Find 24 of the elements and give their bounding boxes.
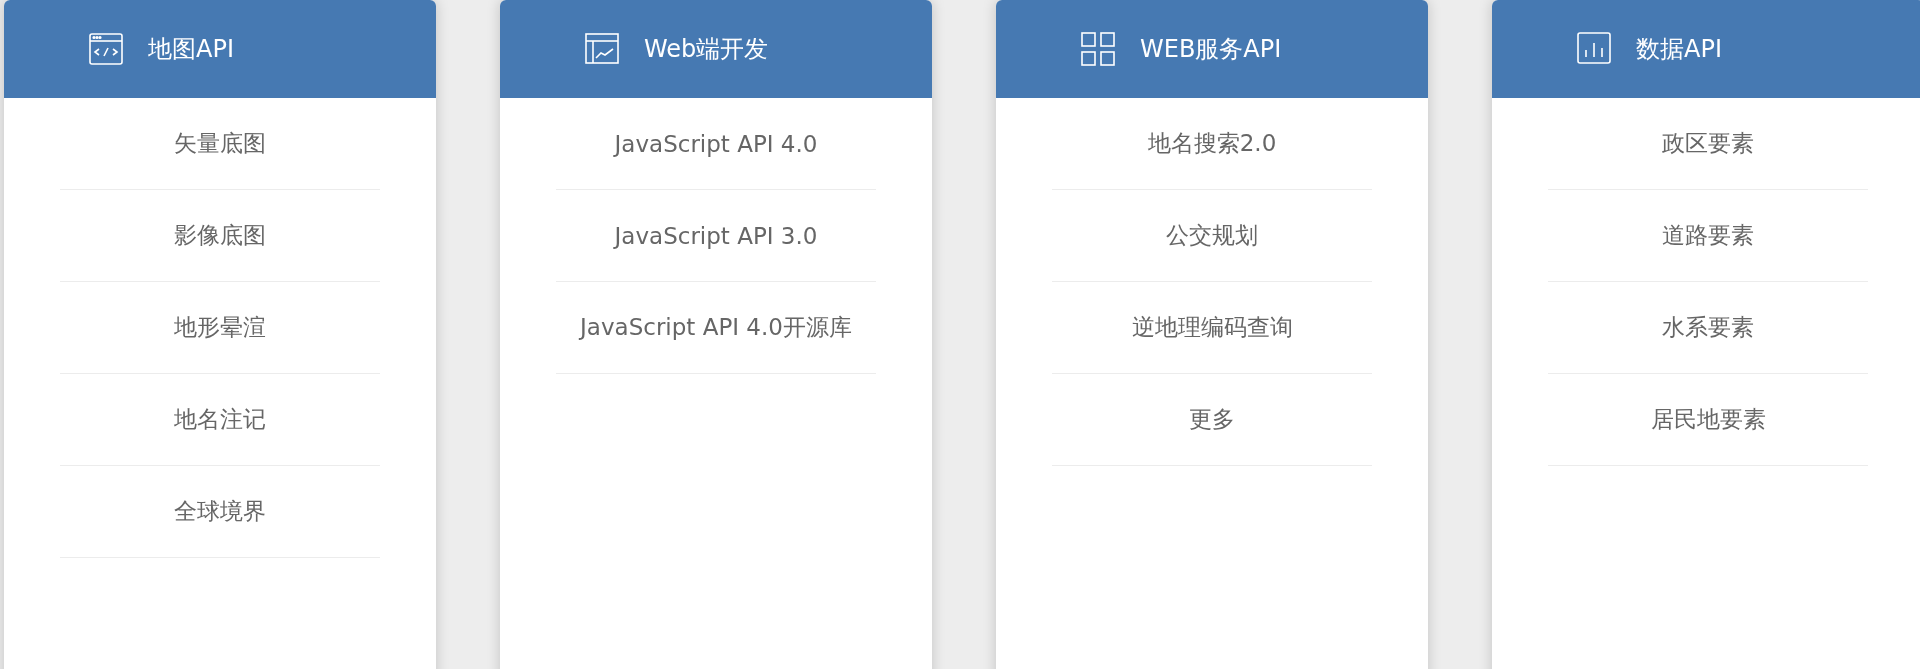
api-link[interactable]: 政区要素 xyxy=(1548,98,1868,190)
api-link[interactable]: 公交规划 xyxy=(1052,190,1372,282)
api-link[interactable]: 全球境界 xyxy=(60,466,380,558)
card-title: Web端开发 xyxy=(644,34,769,65)
api-link[interactable]: 居民地要素 xyxy=(1548,374,1868,466)
api-link[interactable]: 逆地理编码查询 xyxy=(1052,282,1372,374)
card-title: 数据API xyxy=(1636,34,1722,65)
code-window-icon xyxy=(88,31,124,67)
card-title: 地图API xyxy=(148,34,234,65)
api-link[interactable]: 水系要素 xyxy=(1548,282,1868,374)
api-link[interactable]: JavaScript API 4.0 xyxy=(556,98,876,190)
api-link[interactable]: 影像底图 xyxy=(60,190,380,282)
bar-chart-icon xyxy=(1576,31,1612,67)
api-link[interactable]: 地名注记 xyxy=(60,374,380,466)
api-link[interactable]: 矢量底图 xyxy=(60,98,380,190)
chart-window-icon xyxy=(584,31,620,67)
api-link[interactable]: JavaScript API 3.0 xyxy=(556,190,876,282)
api-link[interactable]: 道路要素 xyxy=(1548,190,1868,282)
api-link[interactable]: JavaScript API 4.0开源库 xyxy=(556,282,876,374)
api-link[interactable]: 地形晕渲 xyxy=(60,282,380,374)
card-title: WEB服务API xyxy=(1140,34,1282,65)
api-link[interactable]: 更多 xyxy=(1052,374,1372,466)
api-link[interactable]: 地名搜索2.0 xyxy=(1052,98,1372,190)
grid-icon xyxy=(1080,31,1116,67)
